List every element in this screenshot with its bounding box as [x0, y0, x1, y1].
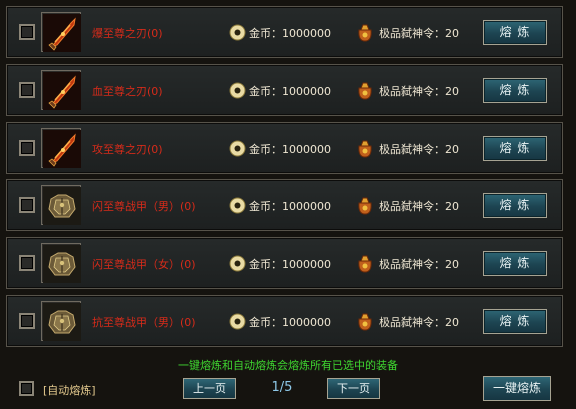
gold-coin-icon — [229, 140, 246, 157]
smelt-button[interactable]: 熔 炼 — [483, 251, 547, 277]
smelt-hint-text: 一键熔炼和自动熔炼会熔炼所有已选中的装备 — [178, 359, 398, 372]
sword-icon-image — [43, 71, 81, 110]
token-cost: 极品弑神令：20 — [379, 84, 459, 98]
armor-icon-image — [43, 302, 81, 341]
equipment-list: 爆至尊之刃(0) 金币：1000000 极品弑神令：20 熔 炼 血至尊之刃(0… — [6, 6, 563, 353]
gold-cost: 金币：1000000 — [249, 84, 331, 98]
token-cost: 极品弑神令：20 — [379, 27, 459, 40]
auto-smelt-label: [自动熔炼] — [43, 384, 96, 397]
next-page-button[interactable]: 下一页 — [327, 378, 380, 399]
equipment-row: 抗至尊战甲（男）(0) 金币：1000000 极品弑神令：20 熔 炼 — [6, 294, 563, 347]
token-pouch-icon — [358, 255, 372, 273]
sword-icon — [41, 12, 81, 52]
item-name: 闪至尊战甲（女）(0) — [92, 258, 196, 272]
row-checkbox[interactable] — [19, 312, 35, 329]
row-checkbox[interactable] — [19, 81, 35, 98]
row-checkbox[interactable] — [19, 197, 35, 214]
gold-coin-icon — [229, 197, 246, 214]
equipment-row: 攻至尊之刃(0) 金币：1000000 极品弑神令：20 熔 炼 — [6, 121, 563, 174]
smelt-button[interactable]: 熔 炼 — [483, 135, 547, 161]
prev-page-button[interactable]: 上一页 — [183, 378, 236, 399]
gold-cost: 金币：1000000 — [249, 142, 331, 156]
item-name: 攻至尊之刃(0) — [92, 142, 163, 156]
armor-icon — [41, 243, 81, 284]
row-checkbox[interactable] — [19, 255, 35, 272]
equipment-row: 血至尊之刃(0) 金币：1000000 极品弑神令：20 熔 炼 — [6, 63, 563, 116]
token-pouch-icon — [358, 24, 372, 42]
token-pouch-icon — [358, 197, 372, 215]
smelt-button[interactable]: 熔 炼 — [483, 308, 547, 334]
smelt-button[interactable]: 熔 炼 — [483, 20, 547, 45]
item-name: 爆至尊之刃(0) — [92, 27, 163, 40]
smelt-button[interactable]: 熔 炼 — [483, 77, 547, 103]
sword-icon-image — [43, 129, 81, 168]
item-name: 血至尊之刃(0) — [92, 84, 163, 98]
smelt-all-button[interactable]: 一键熔炼 — [483, 376, 551, 401]
equipment-row: 闪至尊战甲（女）(0) 金币：1000000 极品弑神令：20 熔 炼 — [6, 237, 563, 290]
gold-coin-icon — [229, 24, 246, 41]
row-checkbox[interactable] — [19, 139, 35, 156]
sword-icon-image — [43, 14, 81, 52]
smelt-button[interactable]: 熔 炼 — [483, 193, 547, 219]
sword-icon — [41, 127, 81, 168]
token-cost: 极品弑神令：20 — [379, 142, 459, 156]
row-checkbox[interactable] — [19, 24, 35, 40]
gold-cost: 金币：1000000 — [249, 315, 331, 329]
gold-coin-icon — [229, 255, 246, 272]
armor-icon — [41, 300, 81, 341]
token-pouch-icon — [358, 82, 372, 100]
gold-cost: 金币：1000000 — [249, 258, 331, 272]
armor-icon-image — [43, 245, 81, 284]
armor-icon-image — [43, 187, 81, 226]
page-indicator: 1/5 — [271, 380, 293, 395]
equipment-row: 闪至尊战甲（男）(0) 金币：1000000 极品弑神令：20 熔 炼 — [6, 179, 563, 232]
token-pouch-icon — [358, 313, 372, 331]
item-name: 抗至尊战甲（男）(0) — [92, 315, 196, 329]
token-cost: 极品弑神令：20 — [379, 258, 459, 272]
auto-smelt-checkbox[interactable] — [19, 381, 34, 396]
equipment-row: 爆至尊之刃(0) 金币：1000000 极品弑神令：20 熔 炼 — [6, 6, 563, 58]
armor-icon — [41, 185, 81, 226]
item-name: 闪至尊战甲（男）(0) — [92, 200, 196, 214]
sword-icon — [41, 69, 81, 110]
gold-coin-icon — [229, 313, 246, 330]
gold-coin-icon — [229, 82, 246, 99]
token-cost: 极品弑神令：20 — [379, 200, 459, 214]
gold-cost: 金币：1000000 — [249, 200, 331, 214]
gold-cost: 金币：1000000 — [249, 27, 331, 40]
token-pouch-icon — [358, 140, 372, 158]
token-cost: 极品弑神令：20 — [379, 315, 459, 329]
